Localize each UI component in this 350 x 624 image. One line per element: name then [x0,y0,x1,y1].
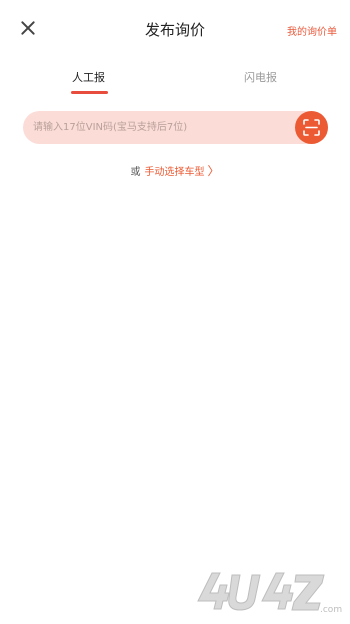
tab-flash-quote[interactable]: 闪电报 [244,69,277,85]
active-tab-indicator [71,91,108,94]
header-bar: 发布询价 我的询价单 [0,0,350,60]
vin-search-box [23,111,328,144]
my-quotes-link[interactable]: 我的询价单 [287,23,337,38]
or-label: 或 [130,167,141,178]
tab-manual-quote[interactable]: 人工报 [72,69,105,85]
manual-select-model-link[interactable]: 手动选择车型 [144,167,204,178]
chevron-right-icon[interactable]: 〉 [207,164,219,178]
scan-icon [303,119,320,136]
svg-text:.com: .com [320,605,342,615]
scan-button[interactable] [295,111,328,144]
vin-input[interactable] [33,111,293,144]
tab-bar: 人工报 闪电报 [0,62,350,102]
manual-select-row: 或手动选择车型〉 [0,162,350,179]
watermark-logo: .com [197,572,342,615]
